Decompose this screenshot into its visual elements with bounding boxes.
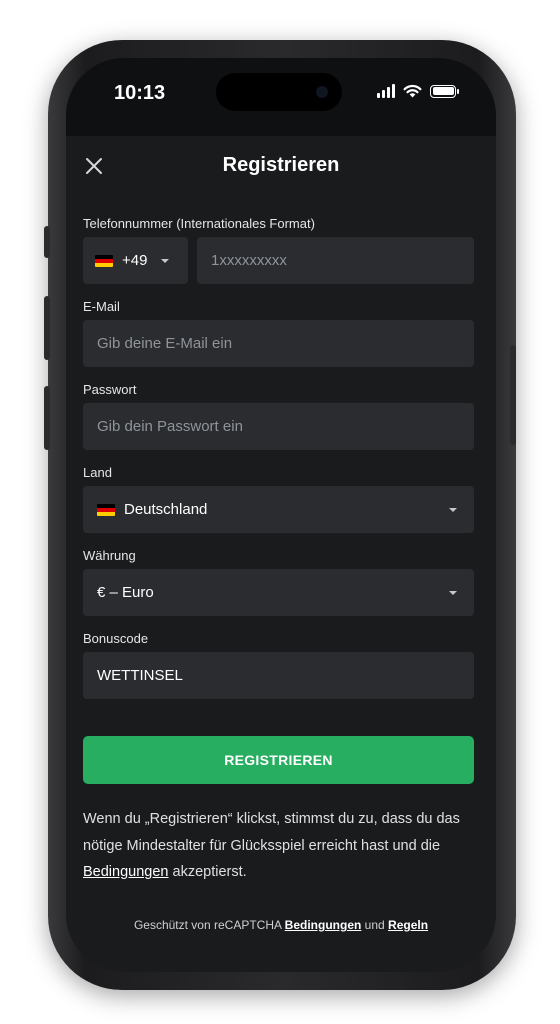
germany-flag-icon — [95, 254, 113, 267]
footer-rules-link[interactable]: Regeln — [388, 918, 428, 932]
currency-value: € – Euro — [97, 584, 154, 601]
email-input[interactable] — [83, 320, 474, 367]
status-time: 10:13 — [114, 82, 166, 104]
power-button — [510, 345, 516, 445]
battery-icon — [430, 84, 459, 98]
email-label: E-Mail — [83, 299, 120, 314]
signal-icon — [377, 84, 395, 98]
phone-input[interactable] — [197, 237, 474, 284]
country-label: Land — [83, 465, 112, 480]
bonus-code-input[interactable]: WETTINSEL — [83, 652, 474, 699]
recaptcha-footer: Geschützt von reCAPTCHA Bedingungen und … — [66, 918, 496, 932]
phone-screen: 10:13 Registrieren Telefonnummer (Intern… — [66, 58, 496, 972]
status-bar: 10:13 — [66, 58, 496, 136]
register-button[interactable]: REGISTRIEREN — [83, 736, 474, 784]
wifi-icon — [403, 84, 422, 98]
country-select[interactable]: Deutschland — [83, 486, 474, 533]
currency-group: Währung € – Euro — [83, 548, 474, 616]
bonus-code-value: WETTINSEL — [97, 667, 183, 684]
germany-flag-icon — [97, 503, 115, 516]
country-value: Deutschland — [124, 501, 208, 518]
footer-prefix: Geschützt von reCAPTCHA — [133, 918, 285, 932]
status-icons — [377, 84, 459, 98]
camera-icon — [316, 86, 328, 98]
password-group: Passwort — [83, 382, 474, 450]
password-input[interactable] — [83, 403, 474, 450]
email-group: E-Mail — [83, 299, 474, 367]
action-button — [44, 226, 50, 258]
header: Registrieren — [66, 136, 496, 198]
footer-terms-link[interactable]: Bedingungen — [285, 918, 362, 932]
chevron-down-icon — [449, 508, 457, 512]
chevron-down-icon — [449, 591, 457, 595]
terms-text-after: akzeptierst. — [168, 864, 247, 880]
country-code-value: +49 — [122, 252, 148, 269]
country-group: Land Deutschland — [83, 465, 474, 533]
bonus-label: Bonuscode — [83, 631, 149, 646]
page-title: Registrieren — [222, 154, 340, 176]
password-label: Passwort — [83, 382, 137, 397]
currency-label: Währung — [83, 548, 136, 563]
volume-down-button — [44, 386, 50, 450]
currency-select[interactable]: € – Euro — [83, 569, 474, 616]
country-code-select[interactable]: +49 — [83, 237, 188, 284]
bonus-group: Bonuscode WETTINSEL — [83, 631, 474, 699]
volume-up-button — [44, 296, 50, 360]
terms-link[interactable]: Bedingungen — [83, 864, 168, 880]
dynamic-island — [216, 73, 342, 111]
terms-text: Wenn du „Registrieren“ klickst, stimmst … — [83, 806, 479, 886]
phone-group: Telefonnummer (Internationales Format) +… — [83, 216, 474, 284]
terms-text-before: Wenn du „Registrieren“ klickst, stimmst … — [83, 811, 460, 854]
chevron-down-icon — [161, 258, 170, 263]
footer-and: und — [361, 918, 389, 932]
phone-label: Telefonnummer (Internationales Format) — [83, 216, 315, 231]
